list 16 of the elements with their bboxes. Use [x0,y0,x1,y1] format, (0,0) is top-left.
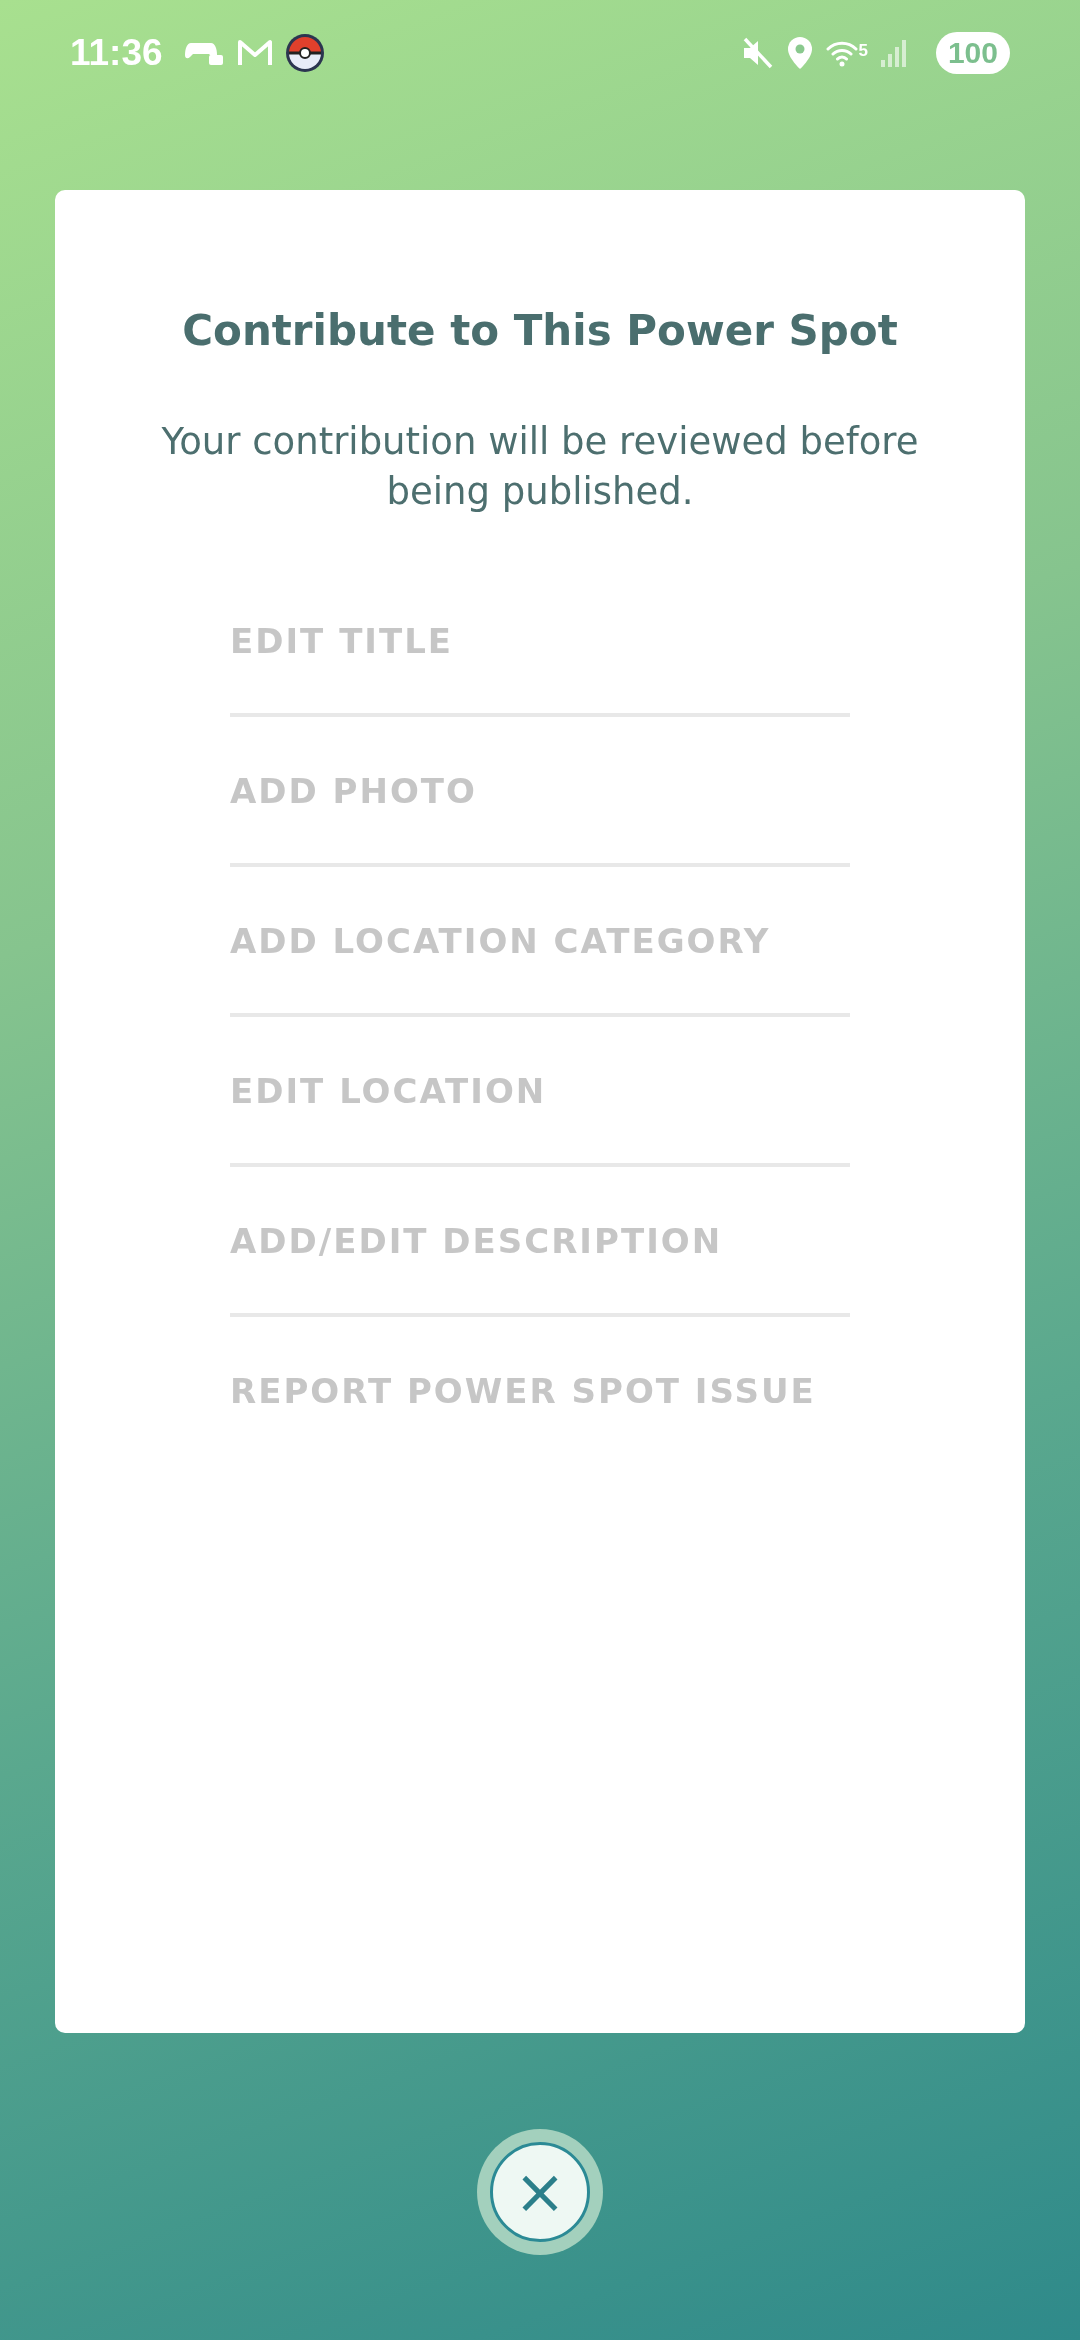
battery-level: 100 [935,32,1010,74]
dialog-subtitle: Your contribution will be reviewed before being published. [160,419,920,515]
option-link[interactable]: REPORT POWER SPOT ISSUE [230,1370,816,1411]
mail-icon [236,38,273,68]
location-pin-icon [786,35,815,71]
wifi-icon [826,39,859,67]
option-link[interactable]: ADD LOCATION CATEGORY [230,920,771,961]
wifi-band-label: 5 [858,41,868,61]
dialog-title: Contribute to This Power Spot [182,306,898,355]
ball-icon [284,33,325,73]
option-link[interactable]: ADD/EDIT DESCRIPTION [230,1220,723,1261]
option-link[interactable]: ADD PHOTO [230,770,477,811]
clock-time: 11:36 [70,32,163,74]
option-link[interactable]: EDIT TITLE [230,620,454,661]
close-button[interactable]: × [477,2129,603,2255]
option-link[interactable]: EDIT LOCATION [230,1070,547,1111]
